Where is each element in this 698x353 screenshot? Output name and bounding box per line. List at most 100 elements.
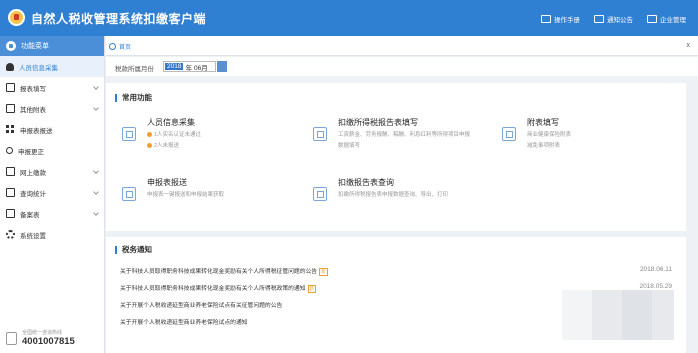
notice-date: 2018.05.29: [639, 283, 672, 290]
sidebar-item-payment[interactable]: 网上缴款: [0, 161, 104, 182]
building-icon: [647, 15, 657, 23]
manual-icon: [541, 15, 551, 23]
search-icon: [6, 147, 13, 154]
sidebar-item-label: 人员信息采集: [19, 64, 58, 72]
func-personnel[interactable]: 人员信息采集 1人实名认证未通过 2人未报送: [122, 117, 201, 150]
app-header: 自然人税收管理系统扣缴客户端 操作手册 通知公告 企业管理: [0, 0, 698, 36]
period-month: 06月: [193, 64, 208, 72]
sidebar-item-label: 申报表报送: [20, 127, 53, 135]
sidebar-heading-label: 功能菜单: [21, 43, 49, 50]
id-card-icon: [122, 127, 136, 141]
func-report-fill[interactable]: 扣缴所得税报告表填写 工资薪金、劳务报酬、稿酬、利息红利等所得项目申报 数据填写: [313, 117, 470, 150]
enterprise-link[interactable]: 企业管理: [647, 14, 686, 24]
sidebar-item-report-fill[interactable]: 报表填写: [0, 77, 104, 98]
func-name: 附表填写: [527, 118, 559, 127]
sidebar-heading[interactable]: 功能菜单: [0, 36, 104, 56]
person-icon: [6, 62, 14, 71]
sidebar-item-other-schedules[interactable]: 其他附表: [0, 98, 104, 119]
sidebar-item-submit[interactable]: 申报表报送: [0, 119, 104, 140]
form-icon: [6, 83, 15, 92]
manual-link-label: 操作手册: [554, 17, 580, 24]
grid-icon: [6, 125, 15, 134]
tax-emblem-icon: [8, 9, 25, 26]
close-icon[interactable]: x: [687, 42, 691, 49]
warning-dot-icon: [147, 132, 152, 138]
home-icon: [109, 42, 116, 50]
table-icon: [6, 104, 15, 113]
enterprise-link-label: 企业管理: [660, 17, 686, 24]
func-schedule-fill[interactable]: 附表填写 商业健康保险附表 减免事项附表: [502, 117, 571, 150]
sidebar-item-correction[interactable]: 申报更正: [0, 140, 104, 161]
period-label: 税款所属月份: [115, 66, 154, 73]
sidebar-item-label: 网上缴款: [20, 169, 46, 177]
phone-icon: [6, 331, 17, 345]
func-desc: 申报表一键报送和申报结果获取: [147, 192, 225, 198]
query-icon: [313, 187, 327, 201]
sidebar-item-records[interactable]: 备案表: [0, 203, 104, 224]
record-icon: [6, 209, 15, 218]
sidebar-item-label: 查询统计: [20, 190, 46, 198]
edit-icon: [502, 127, 516, 141]
func-desc: 2人未报送: [147, 142, 201, 150]
notice-link[interactable]: 通知公告: [594, 14, 633, 24]
sidebar-item-label: 申报更正: [18, 148, 44, 156]
func-desc: 数据填写: [338, 143, 361, 149]
period-input[interactable]: 2018 年 06月: [163, 61, 216, 72]
common-functions-title: 常用功能: [115, 94, 152, 102]
notice-text: 关于开展个人税收递延型商业养老保险试点有关征管问题的公告: [120, 303, 283, 309]
new-badge: 新: [307, 285, 317, 293]
sidebar-item-settings[interactable]: 系统设置: [0, 224, 104, 245]
func-name: 申报表报送: [147, 178, 187, 187]
func-name: 扣缴报告表查询: [338, 178, 394, 187]
func-desc: 扣缴所得税报告表申报数据查询、导出、打印: [338, 192, 449, 198]
hotline-label: 全国统一咨询热线: [22, 330, 63, 336]
tax-notices-title: 税务通知: [115, 246, 152, 254]
notice-date: 2018.06.11: [639, 266, 672, 273]
period-year-suffix: 年: [185, 64, 192, 72]
sidebar-item-personnel[interactable]: 人员信息采集: [0, 56, 104, 77]
mail-icon: [594, 15, 604, 23]
sidebar-item-query[interactable]: 查询统计: [0, 182, 104, 203]
sidebar: 功能菜单 人员信息采集 报表填写 其他附表 申报表报送 申报更正 网上缴款 查询…: [0, 36, 105, 353]
gear-icon: [6, 230, 15, 239]
func-desc: 商业健康保险附表: [527, 132, 572, 138]
header-links: 操作手册 通知公告 企业管理: [541, 14, 686, 24]
hotline-number: 4001007815: [22, 336, 75, 347]
notice-text: 关于科技人员取得职务科技成果转化现金奖励有关个人所得税政策的通知: [120, 286, 306, 292]
sidebar-item-label: 报表填写: [20, 85, 46, 93]
notice-text: 关于科技人员取得职务科技成果转化现金奖励有关个人所得税征管问题的公告: [120, 269, 318, 275]
tab-home[interactable]: 首页: [109, 40, 131, 52]
app-title: 自然人税收管理系统扣缴客户端: [31, 12, 207, 26]
warning-dot-icon: [147, 143, 152, 149]
func-desc: 1人实名认证未通过: [147, 131, 201, 139]
chevron-down-icon: [93, 210, 99, 216]
notice-item[interactable]: 关于科技人员取得职务科技成果转化现金奖励有关个人所得税征管问题的公告新 2018…: [120, 266, 680, 276]
new-badge: 新: [319, 268, 328, 276]
notice-link-label: 通知公告: [607, 17, 633, 24]
notice-text: 关于开展个人税收递延型商业养老保险试点的通知: [120, 320, 248, 326]
chevron-down-icon: [93, 189, 99, 195]
common-functions-card: 常用功能 人员信息采集 1人实名认证未通过 2人未报送 扣缴所得税报告表填写 工…: [106, 83, 686, 231]
stats-icon: [6, 188, 15, 197]
payment-icon: [6, 167, 15, 176]
func-desc: 工资薪金、劳务报酬、稿酬、利息红利等所得项目申报: [338, 132, 471, 138]
calendar-icon[interactable]: [217, 61, 227, 72]
report-icon: [313, 127, 327, 141]
chevron-down-icon: [93, 168, 99, 174]
chevron-down-icon: [93, 105, 99, 111]
chevron-down-icon: [93, 84, 99, 90]
period-year: 2018: [165, 63, 184, 70]
tab-bar: 首页 x: [106, 36, 698, 56]
sidebar-item-label: 系统设置: [20, 232, 46, 240]
func-name: 扣缴所得税报告表填写: [338, 118, 418, 127]
func-query[interactable]: 扣缴报告表查询 扣缴所得税报告表申报数据查询、导出、打印: [313, 177, 448, 201]
sidebar-item-label: 其他附表: [20, 106, 46, 114]
func-submit[interactable]: 申报表报送 申报表一键报送和申报结果获取: [122, 177, 224, 201]
submit-icon: [122, 187, 136, 201]
manual-link[interactable]: 操作手册: [541, 14, 580, 24]
func-name: 人员信息采集: [147, 118, 195, 127]
hotline: 全国统一咨询热线 4001007815: [6, 329, 75, 347]
period-row: 税款所属月份 2018 年 06月: [106, 57, 698, 77]
tab-home-label: 首页: [119, 44, 132, 51]
menu-icon: [6, 41, 16, 51]
